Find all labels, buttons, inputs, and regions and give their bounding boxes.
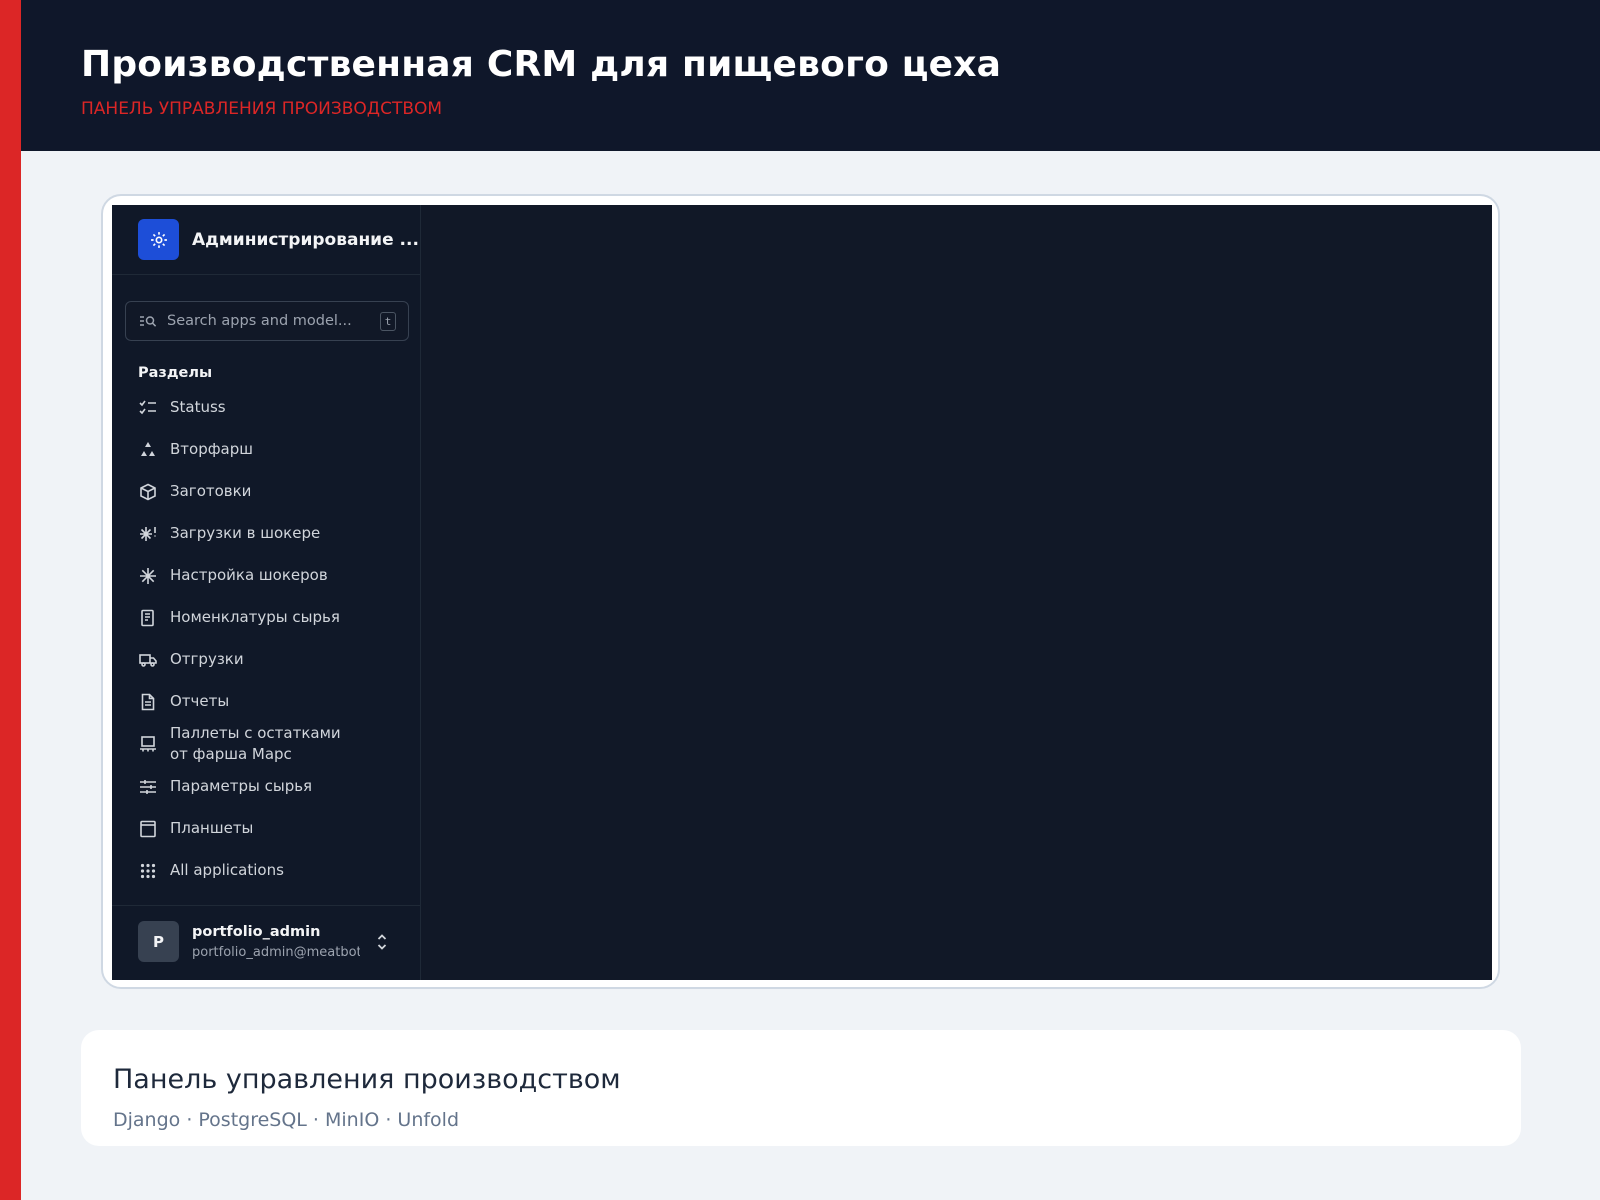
user-name: portfolio_admin	[192, 924, 321, 940]
sidebar-item-label: Загрузки в шокере	[170, 524, 321, 542]
accent-bar	[0, 0, 21, 1200]
project-title: Панель управления производством	[113, 1064, 621, 1095]
sliders-icon	[138, 777, 158, 797]
sidebar-item-otchety[interactable]: Отчеты	[138, 691, 408, 712]
sidebar-item-planshety[interactable]: Планшеты	[138, 818, 408, 839]
sidebar-item-vtorfarsh[interactable]: Вторфарш	[138, 439, 408, 460]
user-email: portfolio_admin@meatbot...	[192, 945, 360, 960]
page-title: Производственная CRM для пищевого цеха	[81, 44, 1002, 85]
sidebar-item-label: Номенклатуры сырья	[170, 608, 340, 626]
project-card: Панель управления производством Django ·…	[81, 1030, 1521, 1146]
search-input[interactable]: Search apps and model... t	[125, 301, 409, 341]
sidebar-item-statuss[interactable]: Statuss	[138, 397, 408, 418]
sidebar-item-label: Параметры сырья	[170, 777, 313, 795]
gear-icon	[138, 219, 179, 260]
sidebar-item-label: Планшеты	[170, 819, 254, 837]
sidebar-item-parametry[interactable]: Параметры сырья	[138, 776, 408, 797]
page-header: Производственная CRM для пищевого цеха П…	[21, 0, 1600, 151]
sidebar-brand[interactable]: Администрирование ...	[112, 205, 420, 275]
receipt-icon	[138, 608, 158, 628]
snowflake-icon	[138, 566, 158, 586]
avatar: P	[138, 921, 179, 962]
sidebar-item-label: Вторфарш	[170, 440, 253, 458]
pallet-icon	[138, 734, 158, 754]
grid-icon	[138, 861, 158, 881]
admin-screen: Администрирование ... Search apps and mo…	[112, 205, 1492, 980]
admin-sidebar: Администрирование ... Search apps and mo…	[112, 205, 421, 980]
sidebar-item-shokery[interactable]: Настройка шокеров	[138, 565, 408, 586]
sidebar-item-zagotovki[interactable]: Заготовки	[138, 481, 408, 502]
sidebar-nav: Statuss Вторфарш Заготовки Загрузки в шо…	[112, 385, 420, 845]
sidebar-item-label: Настройка шокеров	[170, 566, 328, 584]
box-icon	[138, 482, 158, 502]
truck-icon	[138, 650, 158, 670]
sidebar-item-label: Отчеты	[170, 692, 230, 710]
sidebar-item-label: Паллеты с остатками от фарша Марс	[170, 724, 341, 763]
section-label: Разделы	[138, 365, 213, 381]
sidebar-item-label: Отгрузки	[170, 650, 244, 668]
recycle-icon	[138, 440, 158, 460]
tablet-icon	[138, 819, 158, 839]
sidebar-item-label: Statuss	[170, 398, 226, 416]
sidebar-item-label: Заготовки	[170, 482, 252, 500]
all-applications-label: All applications	[170, 861, 284, 879]
tech-stack: Django · PostgreSQL · MinIO · Unfold	[113, 1109, 460, 1131]
chevron-up-down-icon[interactable]	[376, 932, 388, 952]
screenshot-frame: Администрирование ... Search apps and mo…	[101, 194, 1500, 989]
page-subtitle: ПАНЕЛЬ УПРАВЛЕНИЯ ПРОИЗВОДСТВОМ	[81, 99, 443, 119]
brand-title: Администрирование ...	[192, 230, 419, 250]
checklist-icon	[138, 398, 158, 418]
sidebar-item-pallety[interactable]: Паллеты с остатками от фарша Марс	[138, 723, 408, 765]
search-icon	[140, 316, 157, 327]
document-icon	[138, 692, 158, 712]
sidebar-item-otgruzki[interactable]: Отгрузки	[138, 649, 408, 670]
user-menu[interactable]: P portfolio_admin portfolio_admin@meatbo…	[112, 905, 420, 980]
snowflake-alert-icon	[138, 524, 158, 544]
sidebar-item-nomenklatury[interactable]: Номенклатуры сырья	[138, 607, 408, 628]
all-applications-link[interactable]: All applications	[138, 860, 284, 881]
search-placeholder: Search apps and model...	[167, 313, 352, 329]
search-shortcut: t	[380, 312, 396, 331]
sidebar-item-zagruzki[interactable]: Загрузки в шокере	[138, 523, 408, 544]
